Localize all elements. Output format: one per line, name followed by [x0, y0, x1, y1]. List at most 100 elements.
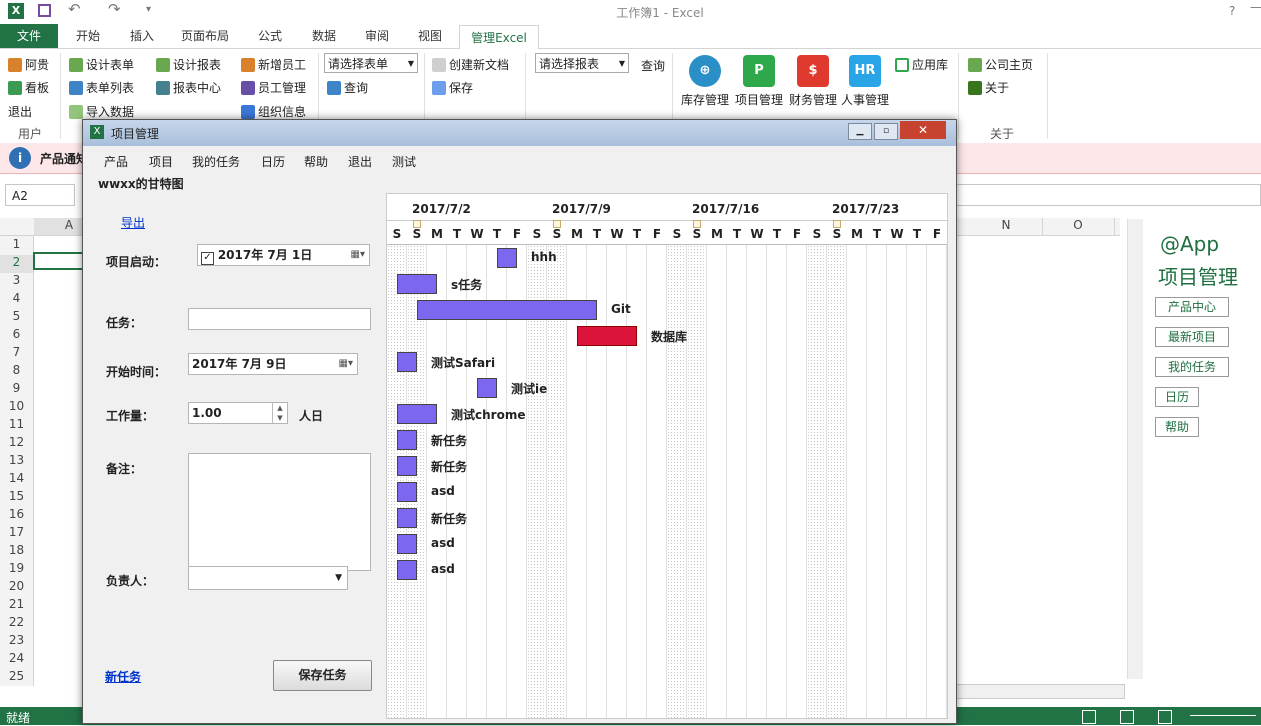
menu-calendar[interactable]: 日历 — [261, 153, 285, 170]
start-date-picker[interactable]: ✓ 2017年 7月 1日 ▦▾ — [197, 244, 370, 266]
row-header[interactable]: 21 — [0, 597, 33, 615]
owner-select[interactable]: ▼ — [188, 566, 348, 590]
row-header[interactable]: 16 — [0, 507, 33, 525]
app-store-button[interactable]: 应用库 — [895, 56, 948, 73]
save-task-button[interactable]: 保存任务 — [273, 660, 372, 691]
logout-button[interactable]: 退出 — [8, 103, 32, 120]
row-header[interactable]: 2 — [0, 255, 33, 273]
row-header[interactable]: 8 — [0, 363, 33, 381]
vertical-scrollbar[interactable] — [1127, 219, 1143, 679]
row-header[interactable]: 18 — [0, 543, 33, 561]
menu-project[interactable]: 项目 — [149, 153, 173, 170]
row-header[interactable]: 13 — [0, 453, 33, 471]
create-doc-button[interactable]: 创建新文档 — [432, 56, 509, 73]
gantt-task-bar[interactable] — [417, 300, 597, 320]
tab-data[interactable]: 数据 — [300, 24, 348, 48]
menu-help[interactable]: 帮助 — [304, 153, 328, 170]
row-header[interactable]: 15 — [0, 489, 33, 507]
menu-exit[interactable]: 退出 — [348, 153, 372, 170]
row-header[interactable]: 5 — [0, 309, 33, 327]
report-query-button[interactable]: 查询 — [641, 57, 665, 74]
start-checkbox[interactable]: ✓ — [201, 252, 214, 265]
menu-test[interactable]: 测试 — [392, 153, 416, 170]
column-header-o[interactable]: O — [1042, 218, 1115, 235]
row-header[interactable]: 14 — [0, 471, 33, 489]
about-button[interactable]: 关于 — [968, 79, 1009, 96]
undo-icon[interactable]: ↶ — [68, 0, 81, 18]
save-icon[interactable] — [38, 4, 51, 17]
redo-icon[interactable]: ↷ — [108, 0, 121, 18]
save-doc-button[interactable]: 保存 — [432, 79, 473, 96]
help-panel-button[interactable]: 帮助 — [1155, 417, 1199, 437]
hr-app-button[interactable]: HR 人事管理 — [838, 55, 892, 108]
gantt-task-bar[interactable] — [477, 378, 497, 398]
inventory-app-button[interactable]: ⊕ 库存管理 — [678, 55, 732, 108]
tab-view[interactable]: 视图 — [406, 24, 454, 48]
menu-product[interactable]: 产品 — [104, 153, 128, 170]
page-break-view-icon[interactable] — [1158, 710, 1172, 724]
dialog-minimize-button[interactable]: ▁ — [848, 123, 872, 140]
row-header[interactable]: 22 — [0, 615, 33, 633]
row-header[interactable]: 20 — [0, 579, 33, 597]
gantt-task-bar[interactable] — [397, 352, 417, 372]
tab-formulas[interactable]: 公式 — [246, 24, 294, 48]
row-header[interactable]: 12 — [0, 435, 33, 453]
dialog-maximize-button[interactable]: ▫ — [874, 123, 898, 140]
menu-my-tasks[interactable]: 我的任务 — [192, 153, 240, 170]
minimize-icon[interactable]: — — [1250, 0, 1261, 14]
zoom-slider[interactable] — [1190, 715, 1256, 716]
row-header[interactable]: 1 — [0, 237, 33, 255]
tab-home[interactable]: 开始 — [64, 24, 112, 48]
row-header[interactable]: 19 — [0, 561, 33, 579]
new-task-link[interactable]: 新任务 — [105, 668, 141, 685]
gantt-task-bar[interactable] — [397, 456, 417, 476]
horizontal-scrollbar[interactable] — [955, 684, 1125, 699]
gantt-task-bar[interactable] — [497, 248, 517, 268]
gantt-task-bar[interactable] — [397, 508, 417, 528]
product-center-button[interactable]: 产品中心 — [1155, 297, 1229, 317]
row-header[interactable]: 17 — [0, 525, 33, 543]
report-select[interactable]: 请选择报表 ▼ — [535, 53, 629, 73]
row-header[interactable]: 24 — [0, 651, 33, 669]
tab-file[interactable]: 文件 — [0, 24, 58, 48]
stepper-arrows-icon[interactable]: ▲ ▼ — [272, 403, 287, 423]
calendar-dropdown-icon[interactable]: ▦▾ — [351, 245, 365, 265]
normal-view-icon[interactable] — [1082, 710, 1096, 724]
workload-stepper[interactable]: 1.00 ▲ ▼ — [188, 402, 288, 424]
row-header[interactable]: 23 — [0, 633, 33, 651]
gantt-task-bar[interactable] — [577, 326, 637, 346]
formula-input[interactable] — [955, 184, 1261, 206]
row-header[interactable]: 6 — [0, 327, 33, 345]
org-info-button[interactable]: 组织信息 — [241, 103, 306, 120]
form-select[interactable]: 请选择表单 ▼ — [324, 53, 418, 73]
employee-manage-button[interactable]: 员工管理 — [241, 79, 306, 96]
row-header[interactable]: 11 — [0, 417, 33, 435]
report-center-button[interactable]: 报表中心 — [156, 79, 221, 96]
row-header[interactable]: 4 — [0, 291, 33, 309]
gantt-task-bar[interactable] — [397, 430, 417, 450]
row-header[interactable]: 3 — [0, 273, 33, 291]
begin-date-picker[interactable]: 2017年 7月 9日 ▦▾ — [188, 353, 358, 375]
row-header[interactable]: 9 — [0, 381, 33, 399]
dialog-close-button[interactable]: ✕ — [900, 121, 946, 139]
finance-app-button[interactable]: $ 财务管理 — [786, 55, 840, 108]
project-app-button[interactable]: P 项目管理 — [732, 55, 786, 108]
import-data-button[interactable]: 导入数据 — [69, 103, 134, 120]
gantt-task-bar[interactable] — [397, 274, 437, 294]
design-report-button[interactable]: 设计报表 — [156, 56, 221, 73]
help-button[interactable]: ? — [1229, 4, 1235, 18]
row-header[interactable]: 7 — [0, 345, 33, 363]
gantt-task-bar[interactable] — [397, 404, 437, 424]
calendar-dropdown-icon[interactable]: ▦▾ — [339, 354, 353, 374]
gantt-task-bar[interactable] — [397, 560, 417, 580]
row-header[interactable]: 10 — [0, 399, 33, 417]
gantt-task-bar[interactable] — [397, 482, 417, 502]
design-form-button[interactable]: 设计表单 — [69, 56, 134, 73]
page-layout-view-icon[interactable] — [1120, 710, 1134, 724]
add-employee-button[interactable]: 新增员工 — [241, 56, 306, 73]
gantt-task-bar[interactable] — [397, 534, 417, 554]
tab-review[interactable]: 审阅 — [353, 24, 401, 48]
company-home-button[interactable]: 公司主页 — [968, 56, 1033, 73]
dashboard-button[interactable]: 看板 — [8, 79, 49, 96]
form-query-button[interactable]: 查询 — [327, 79, 368, 96]
